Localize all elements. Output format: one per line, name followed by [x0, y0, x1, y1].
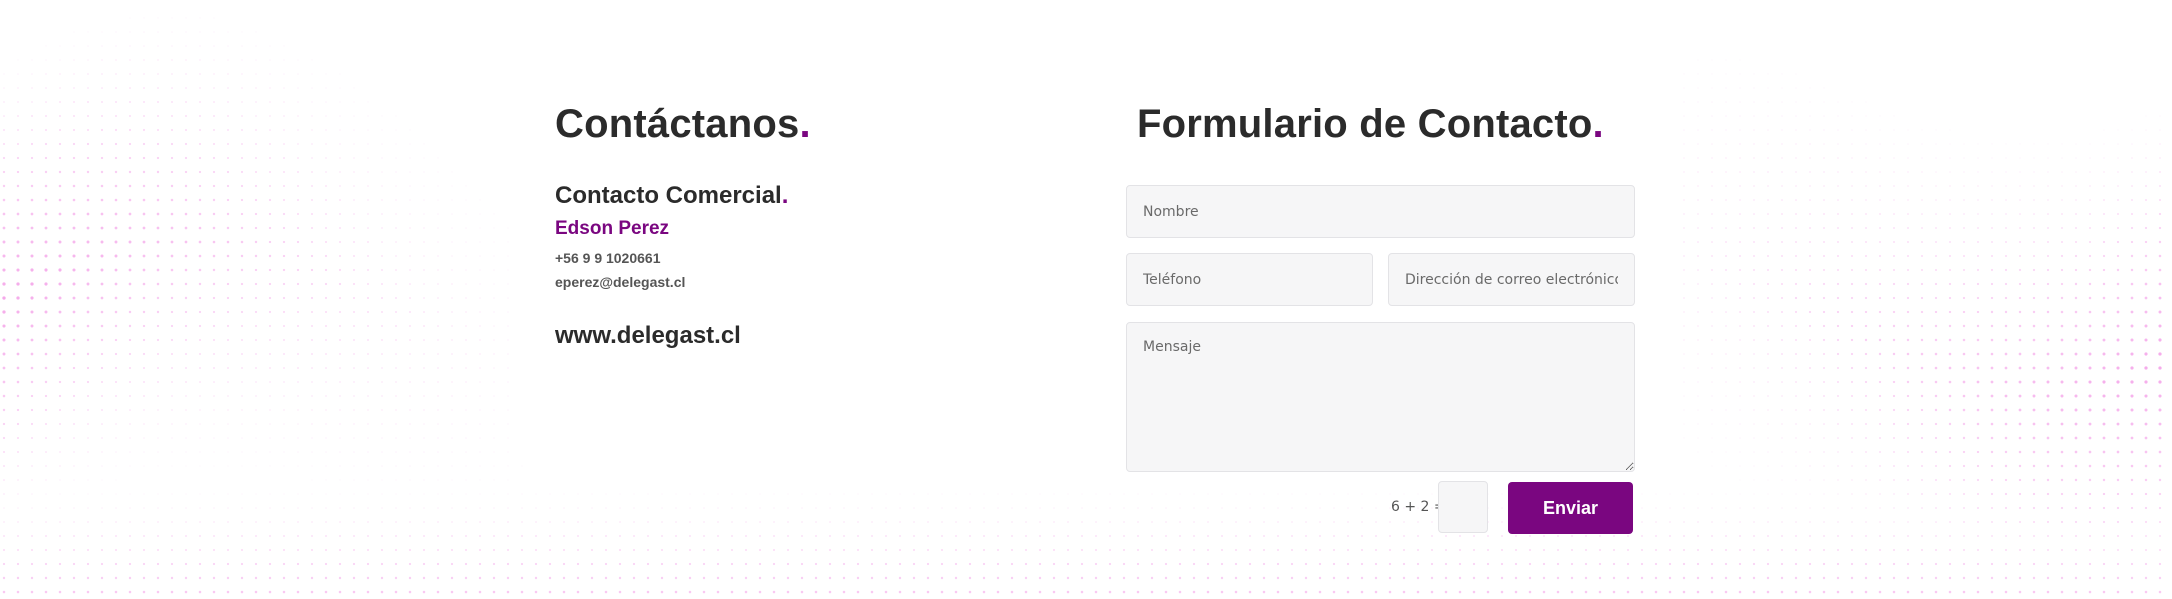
contact-phone: +56 9 9 1020661 — [555, 250, 661, 266]
contact-heading: Contáctanos. — [555, 102, 811, 146]
contact-form-heading: Formulario de Contacto. — [1137, 102, 1604, 146]
name-input[interactable] — [1126, 185, 1635, 238]
email-input[interactable] — [1388, 253, 1635, 306]
form-heading-accent-dot: . — [1592, 102, 1604, 146]
commercial-contact-title: Contacto Comercial. — [555, 182, 789, 209]
heading-accent-dot: . — [799, 102, 811, 146]
captcha-answer-input[interactable] — [1438, 481, 1488, 533]
phone-input[interactable] — [1126, 253, 1373, 306]
contact-email: eperez@delegast.cl — [555, 274, 686, 290]
submit-button[interactable]: Enviar — [1508, 482, 1633, 534]
contact-section: Contáctanos. Contacto Comercial. Edson P… — [0, 0, 2172, 599]
contact-person-name: Edson Perez — [555, 218, 670, 239]
message-textarea[interactable] — [1126, 322, 1635, 472]
website-text: www.delegast.cl — [555, 322, 741, 349]
commercial-accent-dot: . — [781, 182, 789, 209]
